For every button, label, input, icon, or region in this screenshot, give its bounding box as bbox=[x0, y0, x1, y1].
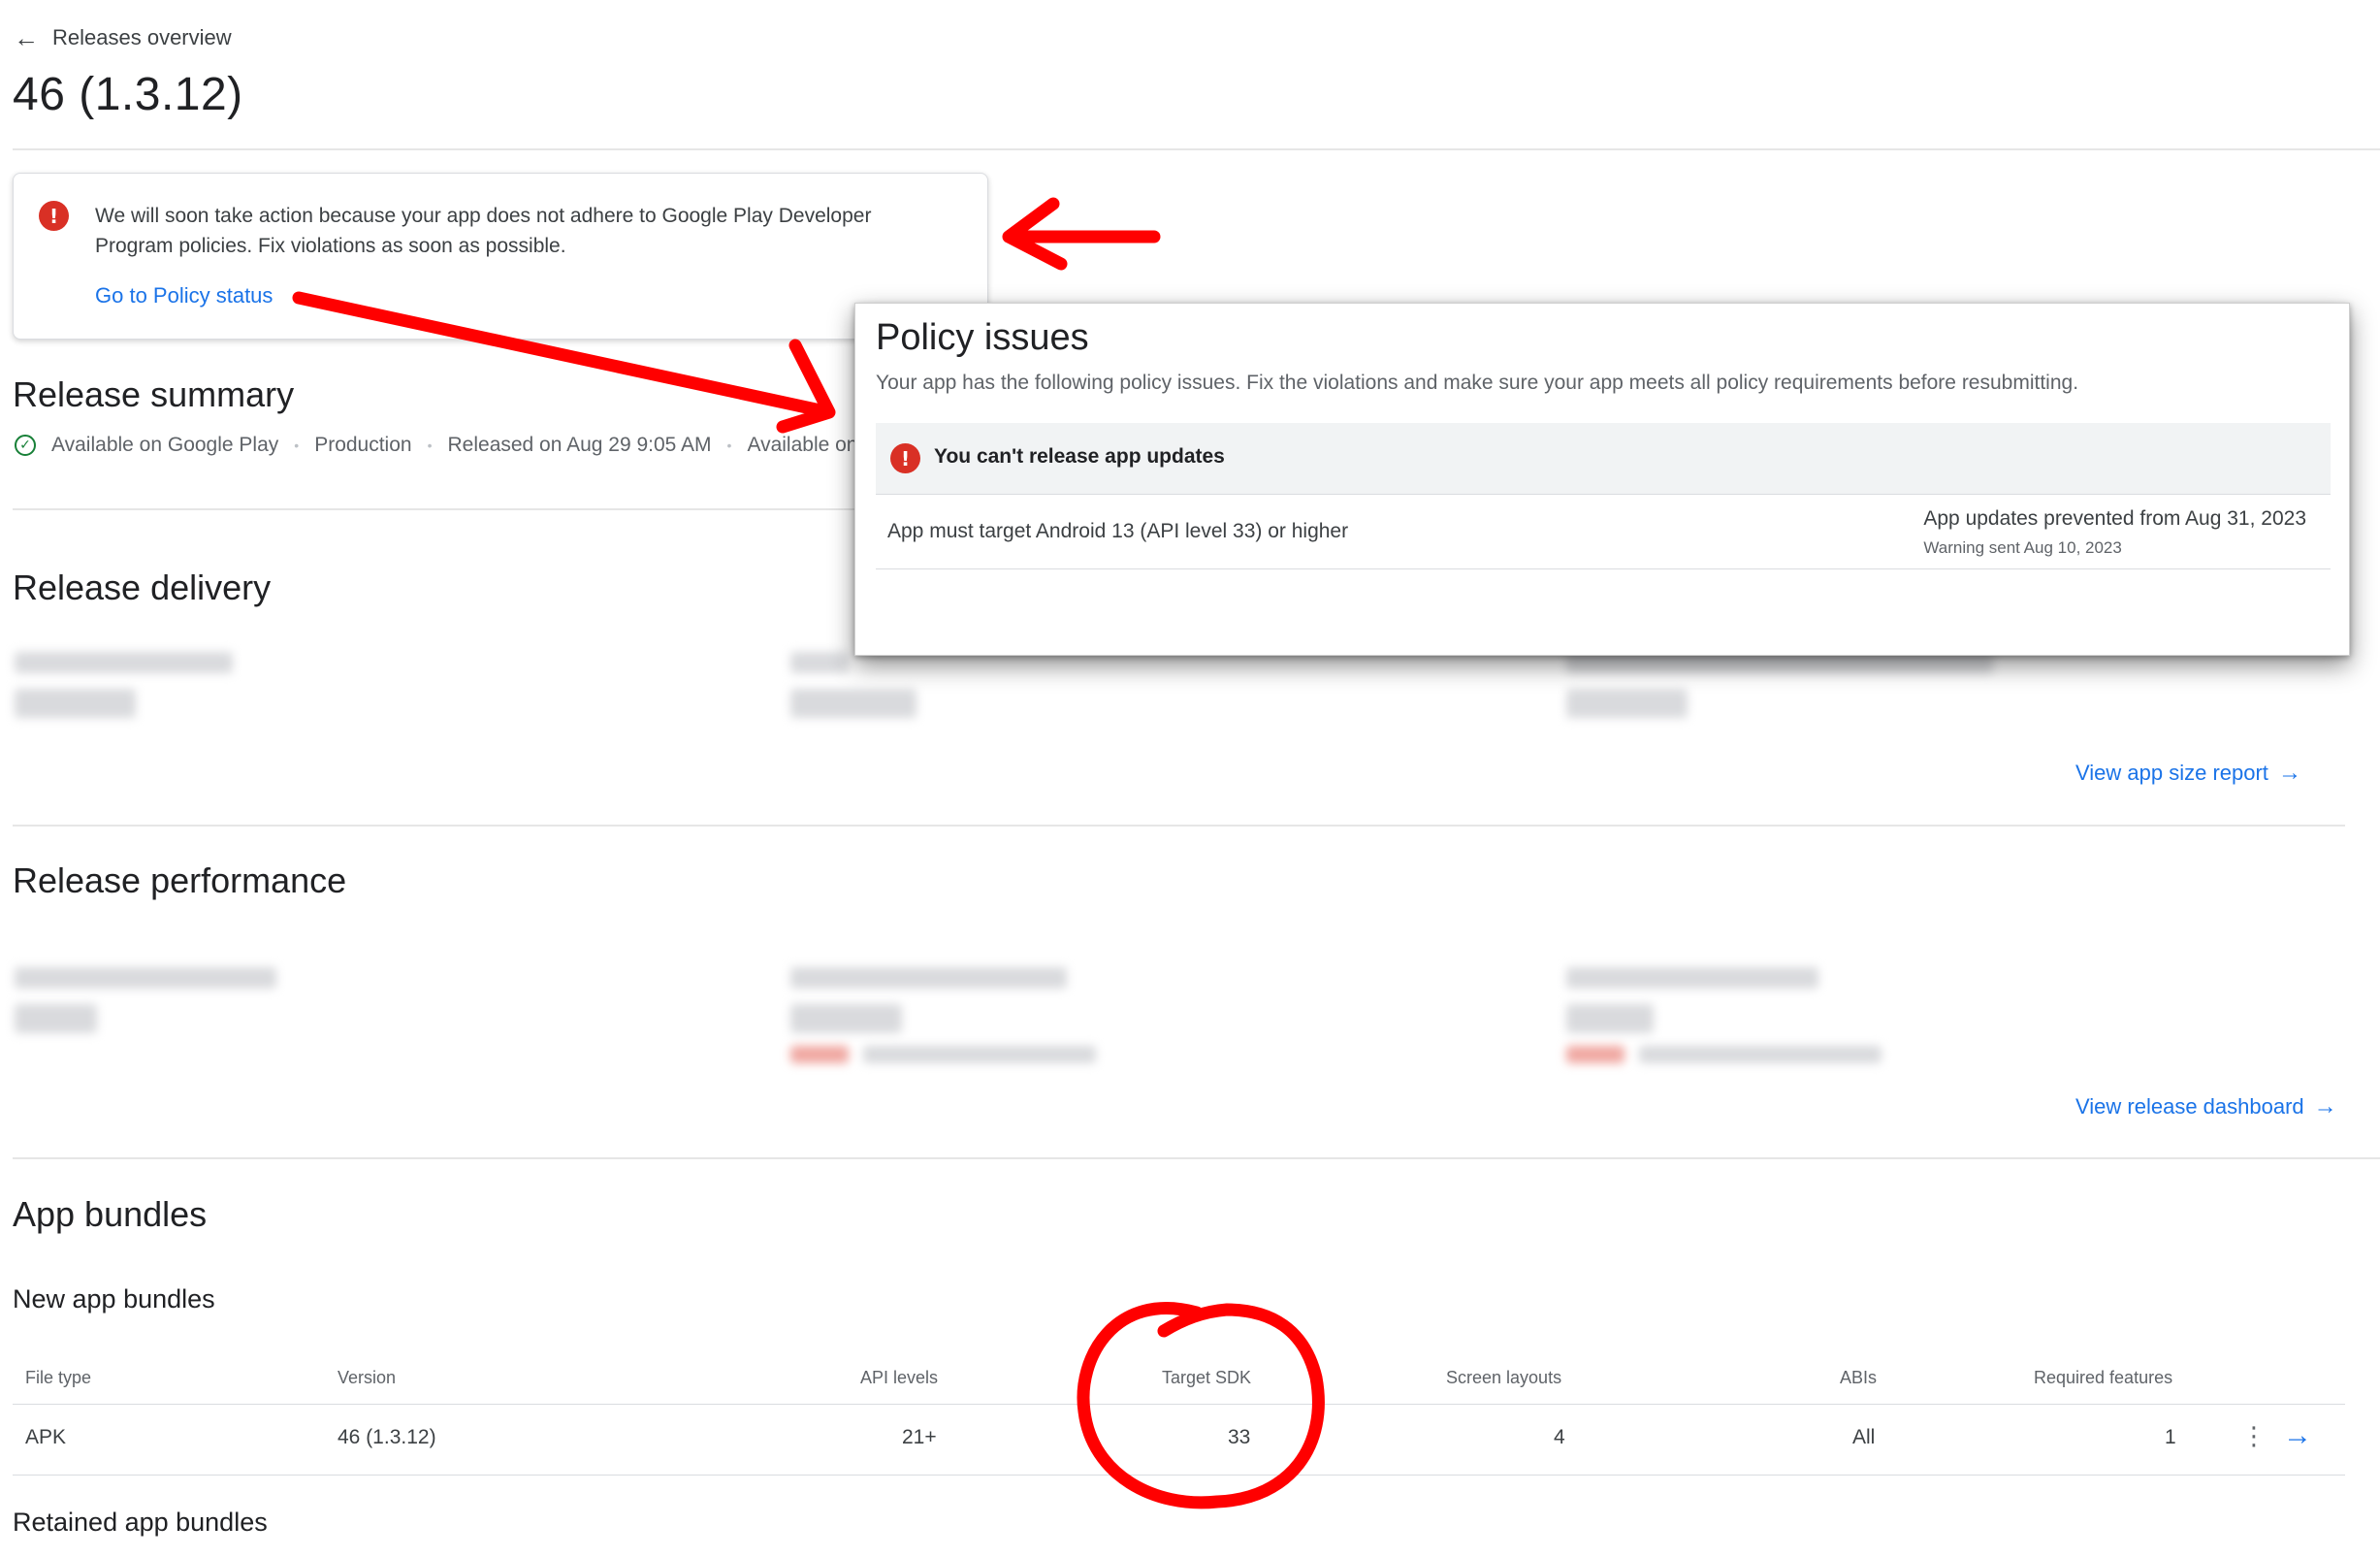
policy-issue-banner-text: You can't release app updates bbox=[934, 445, 1225, 468]
table-header-divider bbox=[13, 1404, 2345, 1405]
header-divider bbox=[13, 148, 2380, 150]
policy-issue-row[interactable]: App must target Android 13 (API level 33… bbox=[876, 495, 2331, 569]
cell-target-sdk: 33 bbox=[1228, 1426, 1251, 1448]
cell-version: 46 (1.3.12) bbox=[338, 1426, 436, 1448]
app-bundles-heading: App bundles bbox=[13, 1194, 208, 1234]
delivery-divider bbox=[13, 825, 2345, 827]
release-summary-heading: Release summary bbox=[13, 374, 295, 414]
table-row-divider bbox=[13, 1475, 2345, 1476]
summary-release-date: Released on Aug 29 9:05 AM bbox=[447, 434, 712, 456]
policy-issue-status: App updates prevented from Aug 31, 2023 … bbox=[1923, 507, 2306, 558]
release-delivery-heading: Release delivery bbox=[13, 568, 272, 607]
policy-issue-text: App must target Android 13 (API level 33… bbox=[887, 520, 1349, 542]
arrow-right-icon: → bbox=[2277, 760, 2301, 786]
cell-abis: All bbox=[1852, 1426, 1876, 1448]
check-circle-icon: ✓ bbox=[15, 435, 36, 456]
release-summary-chips: ✓ Available on Google Play • Production … bbox=[15, 434, 858, 457]
policy-issue-banner: ! You can't release app updates bbox=[876, 423, 2331, 495]
view-app-size-report-label: View app size report bbox=[2075, 761, 2268, 785]
cell-api-levels: 21+ bbox=[902, 1426, 937, 1448]
view-release-dashboard-link[interactable]: View release dashboard → bbox=[2075, 1094, 2337, 1119]
col-header-file-type: File type bbox=[25, 1368, 92, 1387]
summary-available-on: Available on bbox=[747, 434, 858, 456]
policy-issues-dialog: Policy issues Your app has the following… bbox=[854, 303, 2350, 656]
separator-dot: • bbox=[427, 438, 433, 453]
col-header-version: Version bbox=[338, 1368, 397, 1387]
policy-issues-description: Your app has the following policy issues… bbox=[876, 372, 2079, 394]
policy-issue-warning-date: Warning sent Aug 10, 2023 bbox=[1923, 538, 2122, 557]
separator-dot: • bbox=[726, 438, 732, 453]
release-performance-heading: Release performance bbox=[13, 860, 347, 900]
policy-issue-prevented-date: App updates prevented from Aug 31, 2023 bbox=[1923, 507, 2306, 530]
summary-track: Production bbox=[314, 434, 412, 456]
retained-app-bundles-heading: Retained app bundles bbox=[13, 1508, 268, 1537]
performance-divider bbox=[13, 1157, 2380, 1159]
annotation-arrow-card bbox=[1002, 197, 1161, 271]
arrow-right-icon[interactable]: → bbox=[2283, 1419, 2312, 1452]
policy-warning-card: ! We will soon take action because your … bbox=[13, 173, 988, 340]
cell-screen-layouts: 4 bbox=[1554, 1426, 1565, 1448]
policy-status-link[interactable]: Go to Policy status bbox=[95, 283, 273, 308]
view-app-size-report-link[interactable]: View app size report → bbox=[2075, 761, 2301, 786]
cell-required-features: 1 bbox=[2165, 1426, 2176, 1448]
policy-warning-message: We will soon take action because your ap… bbox=[95, 205, 872, 257]
separator-dot: • bbox=[294, 438, 300, 453]
summary-availability: Available on Google Play bbox=[51, 434, 279, 456]
col-header-target-sdk: Target SDK bbox=[1162, 1368, 1252, 1387]
page-title: 46 (1.3.12) bbox=[13, 69, 243, 120]
error-icon: ! bbox=[39, 201, 69, 231]
error-icon: ! bbox=[890, 443, 920, 473]
back-link-label: Releases overview bbox=[52, 25, 232, 49]
annotation-circle-target-sdk bbox=[1077, 1302, 1325, 1509]
col-header-api-levels: API levels bbox=[860, 1368, 939, 1387]
cell-file-type: APK bbox=[25, 1426, 67, 1448]
back-arrow-icon: ← bbox=[14, 23, 39, 52]
more-vert-icon[interactable]: ⋮ bbox=[2241, 1422, 2267, 1451]
arrow-right-icon: → bbox=[2313, 1093, 2337, 1119]
new-app-bundles-heading: New app bundles bbox=[13, 1284, 215, 1314]
view-release-dashboard-label: View release dashboard bbox=[2075, 1094, 2304, 1119]
policy-issues-title: Policy issues bbox=[876, 317, 1089, 358]
back-link[interactable]: ← Releases overview bbox=[14, 25, 232, 50]
col-header-abis: ABIs bbox=[1840, 1368, 1878, 1387]
col-header-screen-layouts: Screen layouts bbox=[1446, 1368, 1562, 1387]
summary-divider bbox=[13, 508, 866, 510]
col-header-required-features: Required features bbox=[2034, 1368, 2173, 1387]
